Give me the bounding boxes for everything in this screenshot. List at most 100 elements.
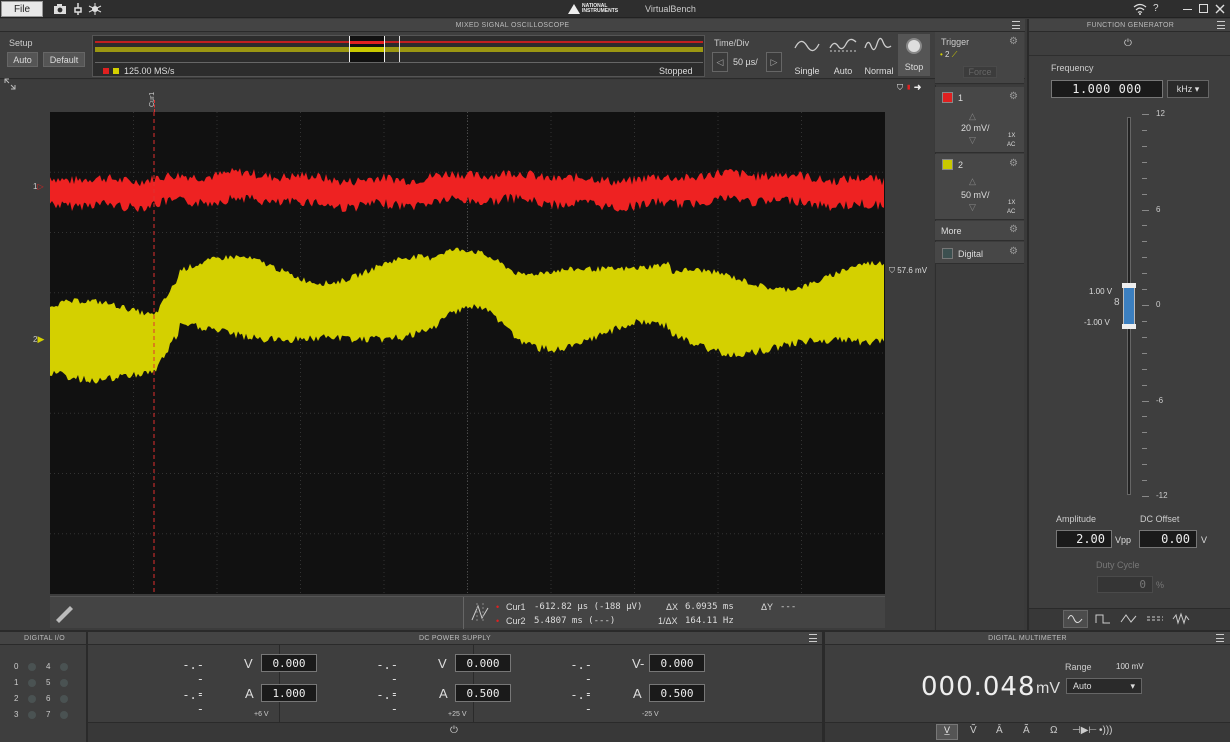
cursor-toggle-icon[interactable]: [469, 602, 491, 624]
dio-pin-indicator[interactable]: [60, 663, 68, 671]
dmm-dc-current-button[interactable]: Ā: [996, 725, 1003, 736]
channel-2-scale-down[interactable]: ▽: [969, 202, 976, 213]
psu-menu-icon[interactable]: [809, 634, 817, 642]
fgen-power-button[interactable]: ⏻: [1124, 38, 1132, 49]
fgen-menu-icon[interactable]: [1217, 21, 1225, 29]
default-setup-button[interactable]: Default: [43, 52, 85, 67]
overview-window[interactable]: [349, 36, 385, 62]
help-button[interactable]: ?: [1153, 3, 1159, 14]
debug-icon[interactable]: [88, 2, 102, 16]
dio-pin-indicator[interactable]: [60, 711, 68, 719]
waveform-overview[interactable]: 125.00 MS/s Stopped: [92, 35, 705, 77]
timediv-decrease-button[interactable]: ◁: [712, 52, 728, 72]
square-wave-icon[interactable]: [1092, 611, 1114, 627]
dc-power-supply-panel: DC POWER SUPPLY -.--- V 0.000 -.--- A 1.…: [88, 632, 822, 742]
dc-wave-icon[interactable]: [1144, 611, 1166, 627]
dio-pin-indicator[interactable]: [28, 695, 36, 703]
scale-tick: [1142, 320, 1147, 322]
osc-panel-header: MIXED SIGNAL OSCILLOSCOPE: [0, 19, 1025, 32]
trigger-panel[interactable]: Trigger ⚙ • 2 ⟋ Force: [935, 32, 1024, 84]
minimize-button[interactable]: [1183, 9, 1192, 10]
dio-pin-indicator[interactable]: [28, 679, 36, 687]
mode-single-button[interactable]: Single: [790, 34, 824, 76]
amplitude-handle[interactable]: [1122, 283, 1136, 329]
amplitude-high-label: 1.00 V: [1089, 287, 1113, 296]
scale-tick: [1142, 480, 1147, 482]
cur2-value: 5.4807 ms (---): [534, 616, 616, 626]
close-icon[interactable]: [1215, 4, 1225, 14]
dmm-continuity-icon[interactable]: •))): [1099, 725, 1113, 736]
channel-1-enable[interactable]: [942, 92, 953, 103]
scale-tick: [1142, 464, 1147, 466]
waveform-sine-button[interactable]: [1063, 610, 1088, 628]
channel-1-settings-icon[interactable]: ⚙: [1009, 91, 1018, 102]
dmm-diode-icon[interactable]: ⊣▶⊢: [1072, 725, 1097, 736]
file-menu[interactable]: File: [1, 1, 43, 17]
osc-menu-icon[interactable]: [1012, 21, 1020, 29]
digital-channel-panel[interactable]: Digital ⚙: [935, 242, 1024, 264]
channel-2-settings-icon[interactable]: ⚙: [1009, 158, 1018, 169]
channel-1-panel[interactable]: 1 ⚙ △ 20 mV/ ▽ 1X AC: [935, 87, 1024, 153]
psu-power-button[interactable]: ⏻: [450, 725, 458, 736]
mode-auto-button[interactable]: Auto: [826, 34, 860, 76]
channel-2-enable[interactable]: [942, 159, 953, 170]
channel-2-scale[interactable]: 50 mV/: [961, 190, 990, 200]
probe-icon[interactable]: [73, 2, 83, 16]
force-trigger-button[interactable]: Force: [963, 66, 997, 78]
dmm-dc-voltage-button[interactable]: V̲: [936, 724, 958, 740]
dmm-resistance-button[interactable]: Ω: [1050, 725, 1057, 736]
ch2-offset-marker[interactable]: 2▶: [33, 334, 44, 345]
dio-pin-indicator[interactable]: [28, 663, 36, 671]
ruler-icon[interactable]: [52, 600, 74, 624]
scale-tick: [1142, 209, 1149, 211]
dc-offset-input[interactable]: 0.00: [1139, 530, 1197, 548]
auto-setup-button[interactable]: Auto: [7, 52, 38, 67]
maximize-button[interactable]: [1199, 4, 1208, 13]
amplitude-input[interactable]: 2.00: [1056, 530, 1112, 548]
inv-dx-label: 1/ΔX: [658, 616, 678, 626]
psu-voltage-input[interactable]: 0.000: [649, 654, 705, 672]
dmm-menu-icon[interactable]: [1216, 634, 1224, 642]
link-icon[interactable]: 8: [1114, 297, 1120, 308]
dmm-ac-current-button[interactable]: Ã: [1023, 725, 1030, 736]
camera-icon[interactable]: [53, 3, 67, 15]
channel-1-scale-down[interactable]: ▽: [969, 135, 976, 146]
duty-cycle-input[interactable]: 0: [1097, 576, 1153, 593]
dmm-header: DIGITAL MULTIMETER: [825, 632, 1230, 645]
noise-wave-icon[interactable]: [1170, 611, 1192, 627]
psu-channel: -.--- V- 0.000 -.--- A 0.500 -25 V: [476, 645, 705, 730]
timediv-increase-button[interactable]: ▷: [766, 52, 782, 72]
more-settings-icon[interactable]: ⚙: [1009, 224, 1018, 235]
marker-icons[interactable]: ⛉ ▮ ➜: [897, 83, 921, 93]
psu-current-input[interactable]: 0.500: [649, 684, 705, 702]
triangle-wave-icon[interactable]: [1118, 611, 1140, 627]
mode-stop-button[interactable]: Stop: [898, 34, 930, 76]
channel-1-scale[interactable]: 20 mV/: [961, 123, 990, 133]
trigger-settings-icon[interactable]: ⚙: [1009, 36, 1018, 47]
dmm-title: DIGITAL MULTIMETER: [988, 634, 1067, 642]
oscilloscope-screen[interactable]: [50, 112, 885, 594]
frequency-unit-select[interactable]: kHz ▾: [1167, 80, 1209, 98]
digital-enable[interactable]: [942, 248, 953, 259]
dmm-range-select[interactable]: Auto ▾: [1066, 678, 1142, 694]
timediv-value[interactable]: 50 µs/: [733, 57, 758, 67]
dio-pin-indicator[interactable]: [60, 679, 68, 687]
stop-circle-icon: [906, 38, 922, 54]
scale-tick: [1142, 416, 1147, 418]
trigger-level-marker[interactable]: ⛉ 57.6 mV: [889, 266, 927, 276]
channel-2-panel[interactable]: 2 ⚙ △ 50 mV/ ▽ 1X AC: [935, 154, 1024, 220]
frequency-input[interactable]: 1.000 000: [1051, 80, 1163, 98]
mode-normal-button[interactable]: Normal: [862, 34, 896, 76]
channel-1-scale-up[interactable]: △: [969, 111, 976, 122]
single-wave-icon: [794, 40, 820, 52]
dio-pin-indicator[interactable]: [60, 695, 68, 703]
expand-icon[interactable]: [4, 78, 16, 90]
channel-2-scale-up[interactable]: △: [969, 176, 976, 187]
more-button[interactable]: More ⚙: [935, 221, 1024, 241]
cursor-1-line-top: [154, 100, 155, 112]
digital-settings-icon[interactable]: ⚙: [1009, 246, 1018, 257]
ch1-offset-marker[interactable]: 1▷: [33, 182, 44, 191]
trigger-level-value: 57.6 mV: [897, 266, 928, 275]
dio-pin-indicator[interactable]: [28, 711, 36, 719]
dmm-ac-voltage-button[interactable]: Ṽ: [970, 725, 977, 736]
